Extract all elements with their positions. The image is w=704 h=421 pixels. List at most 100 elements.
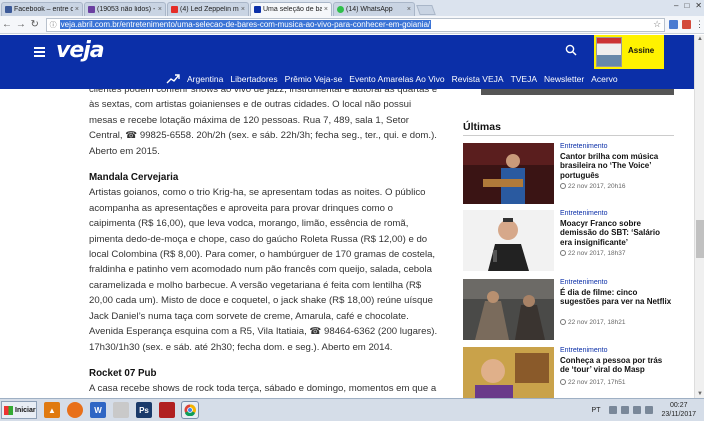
tab-bar: Facebook – entre ou cadastre-se × (19053…: [0, 0, 704, 16]
close-icon[interactable]: ×: [407, 6, 411, 13]
extension-icon[interactable]: [682, 20, 691, 29]
tab-veja[interactable]: Uma seleção de bares com ×: [250, 2, 332, 16]
url-text[interactable]: veja.abril.com.br/entretenimento/uma-sel…: [59, 20, 432, 29]
tab-mail[interactable]: (19053 não lidos) - viniciust ×: [84, 2, 166, 16]
nav-item-premio-veja-se[interactable]: Prêmio Veja-se: [285, 74, 343, 84]
article-paragraph: clientes podem conferir shows ao vivo de…: [89, 89, 438, 157]
search-icon[interactable]: [565, 44, 577, 56]
browser-window: Facebook – entre ou cadastre-se × (19053…: [0, 0, 704, 421]
nav-item-acervo[interactable]: Acervo: [591, 74, 617, 84]
close-window-icon[interactable]: ✕: [695, 1, 702, 10]
tab-facebook[interactable]: Facebook – entre ou cadastre-se ×: [1, 2, 83, 16]
tray-icon[interactable]: [609, 406, 618, 414]
adobe-reader-icon[interactable]: [159, 402, 175, 418]
news-title[interactable]: Moacyr Franco sobre demissão do SBT: ‘Sa…: [560, 219, 672, 247]
news-date: 22 nov 2017, 17h51: [560, 379, 625, 386]
magazine-cover: [596, 37, 622, 67]
url-input[interactable]: ⓘ veja.abril.com.br/entretenimento/uma-s…: [45, 17, 666, 32]
close-icon[interactable]: ×: [158, 6, 162, 13]
info-icon[interactable]: ⓘ: [50, 20, 57, 30]
news-date: 22 nov 2017, 18h21: [560, 319, 625, 326]
bookmark-star-icon[interactable]: ☆: [653, 19, 661, 30]
news-title[interactable]: Cantor brilha com música brasileira no ‘…: [560, 152, 672, 180]
subscribe-label: Assine: [628, 46, 655, 55]
extension-icon[interactable]: [669, 20, 679, 29]
windows-logo-icon: [4, 405, 13, 415]
nav-item-revista-veja[interactable]: Revista VEJA: [452, 74, 504, 84]
news-card[interactable]: Entretenimento É dia de filme: cinco sug…: [463, 279, 674, 341]
start-button[interactable]: Iniciar: [1, 401, 37, 419]
system-tray: PT 00:27 23/11/2017: [592, 401, 704, 419]
close-icon[interactable]: ×: [324, 6, 328, 13]
word-icon[interactable]: W: [90, 402, 106, 418]
latest-news-title: Últimas: [463, 121, 501, 133]
news-category[interactable]: Entretenimento: [560, 279, 607, 286]
address-bar: ← → ↻ ⓘ veja.abril.com.br/entretenimento…: [0, 16, 704, 34]
volume-icon[interactable]: [633, 406, 642, 414]
chrome-icon[interactable]: [181, 401, 199, 419]
nav-item-evento-amarelas[interactable]: Evento Amarelas Ao Vivo: [349, 74, 444, 84]
file-explorer-icon[interactable]: [113, 402, 129, 418]
news-thumbnail[interactable]: [463, 210, 554, 271]
subscribe-button[interactable]: Assine: [594, 35, 664, 69]
veja-icon: [254, 6, 261, 13]
section-heading: Mandala Cervejaria: [89, 172, 179, 184]
firefox-icon[interactable]: [67, 402, 83, 418]
article-paragraph: Artistas goianos, como o trio Krig-ha, s…: [89, 187, 438, 353]
news-category[interactable]: Entretenimento: [560, 347, 607, 354]
news-thumbnail[interactable]: [463, 279, 554, 340]
new-tab-button[interactable]: [416, 5, 436, 15]
flag-icon[interactable]: [645, 406, 654, 414]
nav-item-newsletter[interactable]: Newsletter: [544, 74, 584, 84]
chrome-logo: [184, 404, 196, 416]
scroll-up-icon[interactable]: ▲: [696, 36, 704, 42]
news-category[interactable]: Entretenimento: [560, 143, 607, 150]
mail-icon: [88, 6, 95, 13]
tab-label: (14) WhatsApp: [346, 6, 393, 13]
tab-label: (19053 não lidos) - viniciust: [97, 6, 156, 13]
reload-icon[interactable]: ↻: [28, 19, 42, 30]
forward-icon[interactable]: →: [14, 19, 28, 30]
tab-whatsapp[interactable]: (14) WhatsApp ×: [333, 2, 415, 16]
minimize-icon[interactable]: –: [674, 1, 678, 10]
vlc-icon[interactable]: ▲: [44, 402, 60, 418]
page-scrollbar[interactable]: ▲ ▼: [694, 35, 704, 398]
language-indicator[interactable]: PT: [592, 407, 601, 414]
news-category[interactable]: Entretenimento: [560, 210, 607, 217]
tab-label: Facebook – entre ou cadastre-se: [14, 6, 73, 13]
news-card[interactable]: Entretenimento Moacyr Franco sobre demis…: [463, 210, 674, 272]
article-paragraph: A casa recebe shows de rock toda terça, …: [89, 383, 437, 395]
veja-logo[interactable]: veja: [56, 38, 105, 63]
photoshop-icon[interactable]: Ps: [136, 402, 152, 418]
network-icon[interactable]: [621, 406, 630, 414]
clock-icon: [560, 319, 566, 325]
close-icon[interactable]: ×: [75, 6, 79, 13]
section-heading: Rocket 07 Pub: [89, 367, 157, 379]
nav-item-argentina[interactable]: Argentina: [187, 74, 223, 84]
news-card[interactable]: Entretenimento Cantor brilha com música …: [463, 143, 674, 205]
system-clock[interactable]: 00:27 23/11/2017: [661, 401, 696, 419]
clock-icon: [560, 183, 566, 189]
scroll-down-icon[interactable]: ▼: [696, 391, 704, 397]
menu-icon[interactable]: ⋮: [695, 19, 704, 30]
article-body: clientes podem conferir shows ao vivo de…: [89, 89, 441, 398]
tab-youtube[interactable]: (4) Led Zeppelin members ta ×: [167, 2, 249, 16]
news-thumbnail[interactable]: [463, 143, 554, 204]
youtube-icon: [171, 6, 178, 13]
scrollbar-thumb[interactable]: [696, 220, 704, 258]
maximize-icon[interactable]: □: [684, 1, 689, 10]
nav-item-libertadores[interactable]: Libertadores: [230, 74, 277, 84]
clock-icon: [560, 250, 566, 256]
hamburger-menu-icon[interactable]: [34, 47, 45, 59]
close-icon[interactable]: ×: [241, 6, 245, 13]
facebook-icon: [5, 6, 12, 13]
news-title[interactable]: Conheça a pessoa por trás de ‘tour’ vira…: [560, 356, 672, 375]
back-icon[interactable]: ←: [0, 19, 14, 30]
start-label: Iniciar: [15, 406, 36, 414]
sidebar-ad-bar: [481, 89, 674, 95]
news-title[interactable]: É dia de filme: cinco sugestões para ver…: [560, 288, 672, 307]
trending-icon: [166, 74, 180, 84]
nav-item-tveja[interactable]: TVEJA: [511, 74, 537, 84]
whatsapp-icon: [337, 6, 344, 13]
tab-label: (4) Led Zeppelin members ta: [180, 6, 239, 13]
